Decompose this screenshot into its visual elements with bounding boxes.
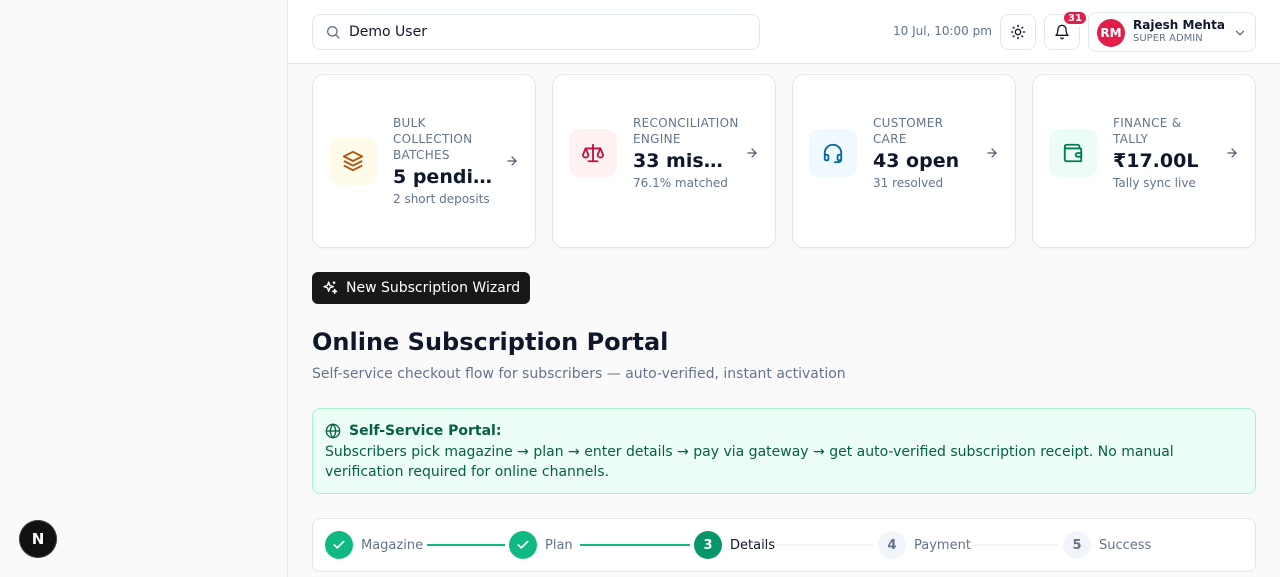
card-subtext: 76.1% matched bbox=[633, 176, 728, 190]
step-number: 4 bbox=[878, 531, 906, 559]
sidebar: N bbox=[0, 0, 288, 577]
step-details[interactable]: 3 Details bbox=[694, 531, 775, 559]
globe-icon bbox=[325, 423, 341, 439]
scale-icon bbox=[582, 143, 604, 163]
card-value: ₹17.00L bbox=[1113, 150, 1199, 172]
card-label: BULK COLLECTION BATCHES bbox=[393, 116, 473, 162]
notification-count-badge: 31 bbox=[1062, 10, 1088, 26]
card-subtext: Tally sync live bbox=[1113, 176, 1196, 190]
step-number: 3 bbox=[694, 531, 722, 559]
card-customer-care[interactable]: CUSTOMER CARE 43 open 31 resolved bbox=[792, 74, 1016, 248]
user-role: SUPER ADMIN bbox=[1133, 33, 1203, 44]
card-label: CUSTOMER CARE bbox=[873, 116, 944, 146]
info-title-text: Self-Service Portal: bbox=[349, 423, 502, 439]
sparkles-icon bbox=[323, 281, 338, 294]
top-bar: 10 Jul, 10:00 pm 31 RM Rajesh Mehta SUPE… bbox=[288, 0, 1280, 64]
card-text: CUSTOMER CARE 43 open 31 resolved bbox=[873, 115, 977, 191]
step-circle bbox=[325, 531, 353, 559]
card-icon-wrap bbox=[569, 129, 617, 177]
chevron-down-icon bbox=[1235, 30, 1245, 36]
card-value: 5 pending bbox=[393, 166, 497, 188]
theme-toggle-button[interactable] bbox=[1000, 14, 1036, 50]
step-connector bbox=[580, 544, 690, 546]
card-subtext: 2 short deposits bbox=[393, 192, 490, 206]
step-payment[interactable]: 4 Payment bbox=[878, 531, 971, 559]
step-connector bbox=[773, 544, 873, 546]
step-plan[interactable]: Plan bbox=[509, 531, 573, 559]
card-finance-tally[interactable]: FINANCE & TALLY ₹17.00L Tally sync live bbox=[1032, 74, 1256, 248]
current-datetime: 10 Jul, 10:00 pm bbox=[893, 24, 992, 38]
checkout-stepper: Magazine Plan 3 Details 4 Payment 5 Succ… bbox=[312, 518, 1256, 572]
wizard-button-label: New Subscription Wizard bbox=[346, 280, 521, 296]
info-banner-title: Self-Service Portal: bbox=[325, 423, 501, 439]
card-value: 43 open bbox=[873, 150, 960, 172]
card-label: RECONCILIATION ENGINE bbox=[633, 116, 739, 146]
card-icon-wrap bbox=[329, 137, 377, 185]
arrow-right-icon bbox=[507, 156, 517, 166]
card-text: RECONCILIATION ENGINE 33 mismatches 76.1… bbox=[633, 115, 739, 191]
card-text: FINANCE & TALLY ₹17.00L Tally sync live bbox=[1113, 115, 1217, 191]
avatar: RM bbox=[1097, 19, 1125, 47]
arrow-right-icon bbox=[1227, 148, 1237, 158]
card-icon-wrap bbox=[809, 129, 857, 177]
badge-letter: N bbox=[31, 530, 45, 548]
step-label: Magazine bbox=[361, 537, 424, 553]
step-label: Success bbox=[1099, 537, 1152, 553]
search-input[interactable] bbox=[349, 24, 749, 40]
card-label: FINANCE & TALLY bbox=[1113, 116, 1182, 146]
sun-icon bbox=[1010, 24, 1026, 40]
arrow-right-icon bbox=[747, 148, 757, 158]
app-launcher-button[interactable]: N bbox=[19, 520, 57, 558]
search-box[interactable] bbox=[312, 14, 760, 50]
page-subtitle: Self-service checkout flow for subscribe… bbox=[312, 366, 846, 382]
check-icon bbox=[517, 540, 529, 549]
main-content: 10 Jul, 10:00 pm 31 RM Rajesh Mehta SUPE… bbox=[288, 0, 1280, 577]
user-name: Rajesh Mehta bbox=[1133, 18, 1225, 32]
step-magazine[interactable]: Magazine bbox=[325, 531, 423, 559]
card-icon-wrap bbox=[1049, 129, 1097, 177]
new-subscription-wizard-button[interactable]: New Subscription Wizard bbox=[312, 272, 531, 304]
page-title: Online Subscription Portal bbox=[312, 328, 669, 356]
user-menu-button[interactable]: RM Rajesh Mehta SUPER ADMIN bbox=[1088, 12, 1256, 52]
arrow-right-icon bbox=[987, 148, 997, 158]
card-reconciliation[interactable]: RECONCILIATION ENGINE 33 mismatches 76.1… bbox=[552, 74, 776, 248]
card-text: BULK COLLECTION BATCHES 5 pending 2 shor… bbox=[393, 115, 497, 207]
check-icon bbox=[333, 540, 345, 549]
step-label: Plan bbox=[545, 537, 573, 553]
step-success[interactable]: 5 Success bbox=[1063, 531, 1151, 559]
step-connector bbox=[427, 544, 505, 546]
step-circle bbox=[509, 531, 537, 559]
search-icon bbox=[327, 26, 340, 39]
wallet-icon bbox=[1063, 143, 1083, 163]
step-label: Payment bbox=[914, 537, 971, 553]
headset-icon bbox=[823, 143, 843, 164]
step-connector bbox=[973, 544, 1059, 546]
step-label: Details bbox=[730, 537, 776, 553]
card-bulk-collection[interactable]: BULK COLLECTION BATCHES 5 pending 2 shor… bbox=[312, 74, 536, 248]
bell-icon bbox=[1055, 24, 1069, 40]
card-value: 33 mismatches bbox=[633, 150, 737, 172]
card-subtext: 31 resolved bbox=[873, 176, 944, 190]
info-banner-body: Subscribers pick magazine → plan → enter… bbox=[325, 444, 1174, 480]
info-banner: Self-Service Portal: Subscribers pick ma… bbox=[312, 408, 1256, 494]
layers-icon bbox=[342, 150, 364, 172]
step-number: 5 bbox=[1063, 531, 1091, 559]
